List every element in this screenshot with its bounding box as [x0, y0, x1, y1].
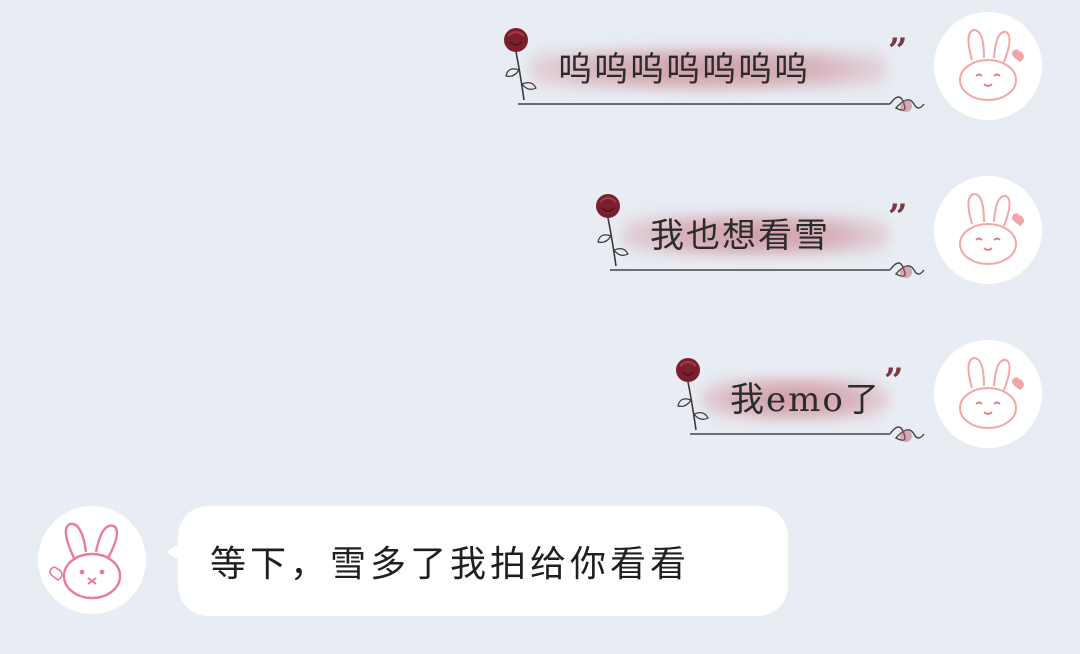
decorated-bubble: 我也想看雪 ”	[592, 188, 930, 278]
message-text: 等下，雪多了我拍给你看看	[210, 544, 691, 585]
quote-mark-icon: ”	[888, 197, 908, 237]
self-avatar[interactable]	[934, 12, 1042, 120]
bubble-tail	[166, 542, 182, 562]
contact-avatar[interactable]	[38, 506, 146, 614]
self-avatar[interactable]	[934, 340, 1042, 448]
self-avatar[interactable]	[934, 176, 1042, 284]
underline-decoration	[518, 96, 925, 112]
message-text: 我也想看雪	[650, 216, 830, 256]
bunny-icon	[959, 356, 1024, 429]
underline-decoration	[690, 426, 925, 442]
message-text: 我emo了	[730, 380, 881, 420]
quote-mark-icon: ”	[884, 361, 904, 401]
bunny-icon	[959, 192, 1024, 265]
message-text: 呜呜呜呜呜呜呜	[558, 50, 810, 90]
decorated-bubble: 我emo了 ”	[672, 352, 930, 442]
underline-decoration	[610, 262, 925, 278]
message-bubble: 等下，雪多了我拍给你看看	[166, 506, 788, 616]
quote-mark-icon: ”	[888, 31, 908, 71]
decorated-bubble: 呜呜呜呜呜呜呜 ”	[500, 22, 930, 112]
chat-area: 呜呜呜呜呜呜呜 ” 我也想看雪 ” 我emo了 ” 等下，雪多了我拍给你看看	[0, 0, 1080, 654]
bunny-icon	[959, 28, 1024, 101]
bunny-icon	[49, 522, 122, 600]
